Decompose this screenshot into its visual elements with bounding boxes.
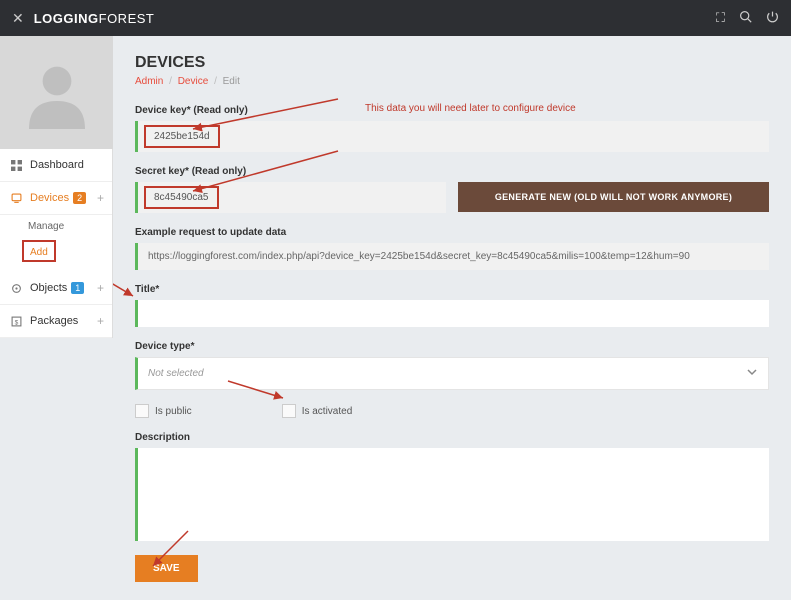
brand-light: FOREST [99,11,155,26]
secret-key-block: Secret key* (Read only) 8c45490ca5 GENER… [135,166,769,213]
is-activated-check[interactable]: Is activated [282,404,353,418]
title-label: Title* [135,284,769,295]
secret-key-label: Secret key* (Read only) [135,166,769,177]
bc-edit: Edit [223,76,240,87]
page-title: DEVICES [135,54,769,72]
left-column: Dashboard Devices 2 + Manage Add O [0,36,113,600]
topbar: ✕ LOGGINGFOREST ⛶ [0,0,791,36]
checkbox-icon [282,404,296,418]
sidebar-item-dashboard[interactable]: Dashboard [0,149,112,182]
device-type-block: Device type* Not selected [135,341,769,390]
secret-key-wrap: 8c45490ca5 [135,182,446,213]
svg-text:$: $ [14,319,18,326]
checkbox-icon [135,404,149,418]
checkbox-row: Is public Is activated [135,404,769,418]
breadcrumb: Admin / Device / Edit [135,76,769,87]
sidebar-label: Packages [30,315,78,327]
is-activated-label: Is activated [302,406,353,417]
devices-badge: 2 [73,192,86,204]
is-public-check[interactable]: Is public [135,404,192,418]
description-wrap [135,448,769,541]
description-label: Description [135,432,769,443]
is-public-label: Is public [155,406,192,417]
title-block: Title* [135,284,769,327]
description-input[interactable] [138,448,769,538]
bc-device[interactable]: Device [178,76,209,87]
expand-icon[interactable]: + [97,281,104,295]
sidebar-item-devices[interactable]: Devices 2 + [0,182,112,215]
close-icon[interactable]: ✕ [12,10,24,27]
sidebar-label: Dashboard [30,159,84,171]
example-request-label: Example request to update data [135,227,769,238]
example-request-block: Example request to update data [135,227,769,270]
dashboard-icon [10,160,22,171]
objects-badge: 1 [71,282,84,294]
generate-new-button[interactable]: GENERATE NEW (OLD WILL NOT WORK ANYMORE) [458,182,769,212]
devices-icon [10,193,22,204]
sidebar-sub-manage[interactable]: Manage [0,215,112,238]
sidebar: Dashboard Devices 2 + Manage Add O [0,149,113,338]
title-wrap [135,300,769,327]
sidebar-sub-add[interactable]: Add [22,240,56,262]
description-block: Description [135,432,769,541]
sidebar-item-packages[interactable]: $ Packages + [0,305,112,338]
device-type-placeholder: Not selected [148,368,746,379]
device-key-block: Device key* (Read only) 2425be154d This … [135,105,769,152]
search-icon[interactable] [739,10,752,26]
main-content: DEVICES Admin / Device / Edit Device key… [113,36,791,600]
device-type-select[interactable]: Not selected [135,357,769,390]
expand-icon[interactable]: + [97,314,104,328]
topbar-actions: ⛶ [716,10,779,26]
sidebar-label: Devices [30,192,69,204]
power-icon[interactable] [766,10,779,26]
packages-icon: $ [10,316,22,327]
save-button[interactable]: SAVE [135,555,198,582]
sidebar-label: Objects [30,282,67,294]
objects-icon [10,283,22,294]
bc-admin[interactable]: Admin [135,76,163,87]
example-request-value [138,243,769,270]
device-type-label: Device type* [135,341,769,352]
sidebar-item-objects[interactable]: Objects 1 + [0,272,112,305]
device-key-wrap: 2425be154d [135,121,769,152]
brand-bold: LOGGING [34,11,99,26]
config-hint: This data you will need later to configu… [365,103,576,114]
title-input[interactable] [138,300,769,327]
brand-logo: LOGGINGFOREST [34,11,155,26]
example-request-wrap [135,243,769,270]
fullscreen-icon[interactable]: ⛶ [716,10,725,26]
avatar [0,36,113,149]
expand-icon[interactable]: + [97,191,104,205]
device-key-value: 2425be154d [144,125,220,148]
secret-key-value: 8c45490ca5 [144,186,219,209]
chevron-down-icon [746,366,758,381]
